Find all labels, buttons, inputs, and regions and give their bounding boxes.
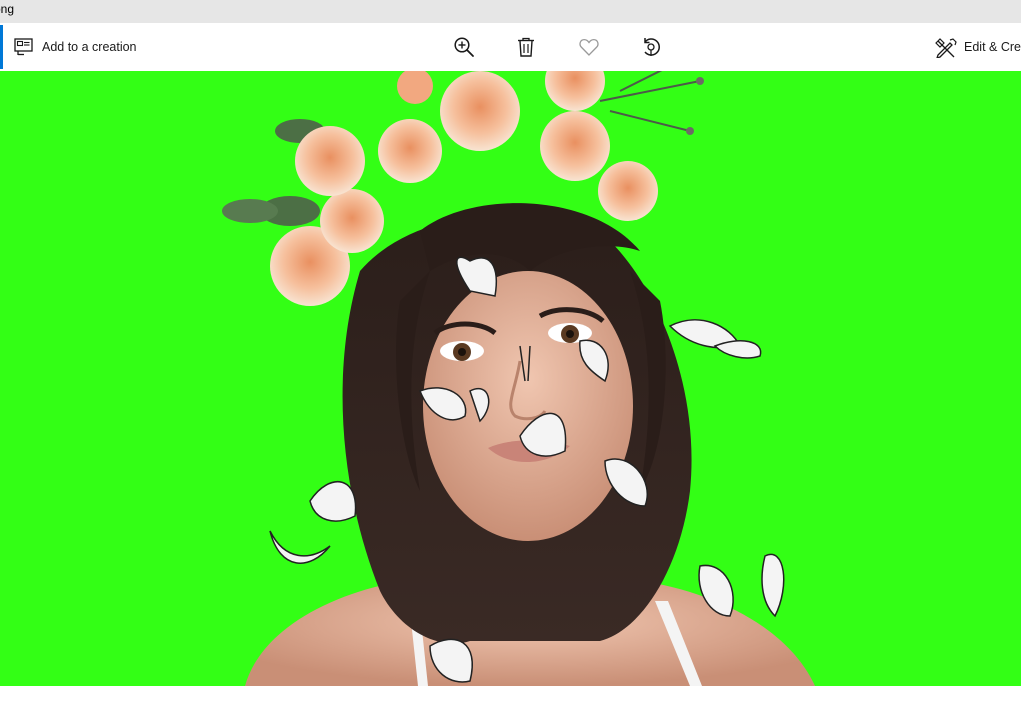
edit-create-label: Edit & Crea	[964, 40, 1021, 54]
favorite-button[interactable]	[576, 34, 602, 60]
photo-image	[0, 71, 1021, 686]
add-to-creation-button[interactable]: Add to a creation	[3, 25, 153, 69]
zoom-in-icon	[454, 37, 474, 57]
edit-create-icon	[935, 38, 957, 60]
window-title: png	[0, 2, 15, 16]
title-bar: png	[0, 0, 1021, 23]
toolbar: Add to a creation Edit & Cre	[0, 23, 1021, 71]
add-to-creation-icon	[14, 38, 34, 56]
favorite-heart-icon	[579, 38, 599, 56]
delete-button[interactable]	[513, 34, 539, 60]
zoom-in-button[interactable]	[451, 34, 477, 60]
delete-icon	[518, 37, 534, 57]
bottom-strip	[0, 686, 1021, 703]
rotate-button[interactable]	[638, 34, 664, 60]
edit-create-button[interactable]: Edit & Crea	[930, 25, 1021, 69]
rotate-icon	[644, 38, 660, 56]
add-to-creation-label: Add to a creation	[42, 40, 137, 54]
photo-canvas[interactable]	[0, 71, 1021, 686]
